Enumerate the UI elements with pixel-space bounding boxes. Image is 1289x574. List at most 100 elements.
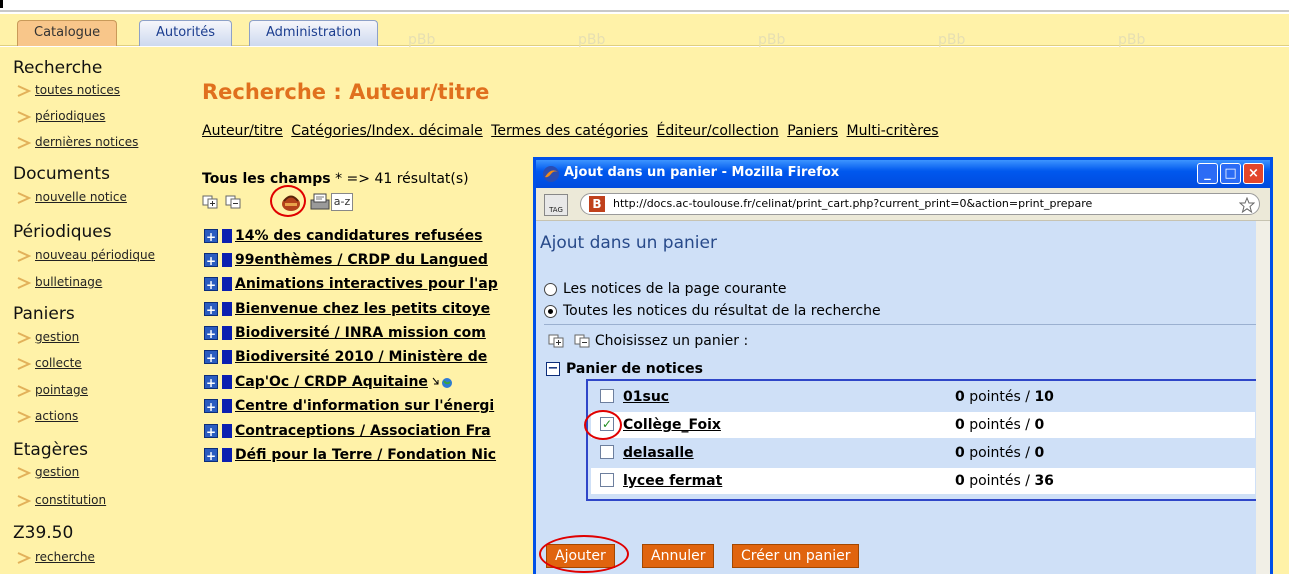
expand-icon[interactable]: + bbox=[204, 277, 218, 292]
arrow-icon bbox=[17, 552, 32, 564]
list-item[interactable]: + Animations interactives pour l'ap bbox=[204, 276, 544, 298]
sidebar-item-label: dernières notices bbox=[35, 135, 139, 149]
list-item[interactable]: +99enthèmes / CRDP du Langued bbox=[204, 252, 544, 274]
star-icon[interactable] bbox=[1239, 197, 1255, 213]
cart-count: 0 pointés / 36 bbox=[955, 473, 1054, 489]
tag-icon[interactable]: TAG bbox=[544, 194, 568, 216]
expand-all-icon[interactable] bbox=[202, 195, 218, 209]
highlight-ring bbox=[539, 535, 629, 573]
subnav-editeur-collection[interactable]: Éditeur/collection bbox=[657, 123, 779, 139]
list-item[interactable]: + Défi pour la Terre / Fondation Nic bbox=[204, 447, 544, 469]
sidebar-item-paniers-gestion[interactable]: gestion bbox=[17, 327, 167, 349]
result-title[interactable]: Défi pour la Terre / Fondation Nic bbox=[235, 447, 496, 463]
expand-icon[interactable]: + bbox=[204, 253, 218, 268]
sidebar-item-bulletinage[interactable]: bulletinage bbox=[17, 272, 167, 294]
sidebar-item-pointage[interactable]: pointage bbox=[17, 380, 167, 402]
minimize-icon[interactable]: _ bbox=[1197, 163, 1218, 184]
sidebar-item-nouvelle-notice[interactable]: nouvelle notice bbox=[17, 187, 167, 209]
list-item[interactable]: + Biodiversité / INRA mission com bbox=[204, 325, 544, 347]
expand-icon[interactable]: + bbox=[204, 326, 218, 341]
maximize-icon[interactable]: □ bbox=[1220, 163, 1241, 184]
table-row[interactable]: lycee fermat 0 pointés / 36 bbox=[591, 468, 1255, 494]
print-icon[interactable] bbox=[308, 192, 332, 212]
radio-page-courante[interactable]: Les notices de la page courante bbox=[544, 281, 787, 297]
result-title[interactable]: Bienvenue chez les petits citoye bbox=[235, 301, 490, 317]
notice-type-icon bbox=[222, 302, 232, 316]
cart-checkbox[interactable] bbox=[600, 445, 614, 459]
sort-az-icon[interactable]: a-z bbox=[331, 193, 353, 211]
close-icon[interactable]: × bbox=[1243, 163, 1264, 184]
notice-type-icon bbox=[222, 375, 232, 389]
sidebar-item-toutes-notices[interactable]: toutes notices bbox=[17, 80, 167, 102]
expand-icon[interactable]: + bbox=[204, 375, 218, 390]
arrow-icon bbox=[17, 137, 32, 149]
collapse-all-icon[interactable] bbox=[225, 195, 241, 209]
subnav-categories-index[interactable]: Catégories/Index. décimale bbox=[291, 123, 482, 139]
cart-pointed: 0 bbox=[955, 445, 965, 461]
expand-icon[interactable]: + bbox=[204, 448, 218, 463]
result-title[interactable]: Contraceptions / Association Fra bbox=[235, 423, 491, 439]
list-item[interactable]: + Biodiversité 2010 / Ministère de bbox=[204, 349, 544, 371]
scrollbar[interactable] bbox=[1256, 221, 1270, 574]
tab-catalogue[interactable]: Catalogue bbox=[17, 20, 118, 46]
list-item[interactable]: +14% des candidatures refusées bbox=[204, 228, 544, 250]
list-item[interactable]: + Contraceptions / Association Fra bbox=[204, 423, 544, 445]
result-title[interactable]: 14% des candidatures refusées bbox=[235, 228, 483, 244]
expand-icon[interactable]: + bbox=[204, 399, 218, 414]
popup-title-bar[interactable]: Ajout dans un panier - Mozilla Firefox _… bbox=[536, 160, 1270, 188]
url-field[interactable]: B http://docs.ac-toulouse.fr/celinat/pri… bbox=[580, 193, 1260, 215]
choose-cart-label: Choisissez un panier : bbox=[594, 333, 749, 349]
cart-name[interactable]: 01suc bbox=[623, 389, 669, 405]
collapse-all-icon[interactable] bbox=[574, 334, 590, 348]
cart-checkbox[interactable] bbox=[600, 389, 614, 403]
sidebar-item-z3950-recherche[interactable]: recherche bbox=[17, 547, 167, 569]
expand-icon[interactable]: + bbox=[204, 229, 218, 244]
sidebar-item-dernieres-notices[interactable]: dernières notices bbox=[17, 132, 167, 154]
expand-icon[interactable]: + bbox=[204, 424, 218, 439]
create-cart-button[interactable]: Créer un panier bbox=[732, 544, 860, 568]
cart-group-header[interactable]: − Panier de notices bbox=[546, 361, 703, 377]
sidebar-item-nouveau-periodique[interactable]: nouveau périodique bbox=[17, 245, 167, 267]
cancel-button[interactable]: Annuler bbox=[642, 544, 715, 568]
radio-button[interactable] bbox=[544, 282, 557, 296]
result-title[interactable]: Animations interactives pour l'ap bbox=[235, 276, 498, 292]
tab-administration[interactable]: Administration bbox=[249, 20, 379, 46]
radio-toutes-notices[interactable]: Toutes les notices du résultat de la rec… bbox=[544, 303, 881, 319]
cart-name[interactable]: Collège_Foix bbox=[623, 417, 721, 433]
external-link-icon[interactable] bbox=[432, 376, 454, 388]
list-item[interactable]: + Cap'Oc / CRDP Aquitaine bbox=[204, 374, 544, 396]
subnav-paniers[interactable]: Paniers bbox=[787, 123, 838, 139]
tab-autorites[interactable]: Autorités bbox=[139, 20, 233, 46]
sidebar-item-etageres-gestion[interactable]: gestion bbox=[17, 462, 167, 484]
tab-bar: Catalogue Autorités Administration pBb p… bbox=[0, 14, 1289, 48]
notice-type-icon bbox=[222, 424, 232, 438]
sidebar-item-collecte[interactable]: collecte bbox=[17, 353, 167, 375]
expand-icon[interactable]: + bbox=[204, 302, 218, 317]
expand-icon[interactable]: + bbox=[204, 350, 218, 365]
cart-checkbox[interactable] bbox=[600, 473, 614, 487]
sidebar-item-constitution[interactable]: constitution bbox=[17, 490, 167, 512]
radio-button[interactable] bbox=[544, 304, 557, 318]
subnav-multi-criteres[interactable]: Multi-critères bbox=[847, 123, 939, 139]
cart-count: 0 pointés / 0 bbox=[955, 417, 1044, 433]
result-title[interactable]: Biodiversité / INRA mission com bbox=[235, 325, 486, 341]
result-title[interactable]: Cap'Oc / CRDP Aquitaine bbox=[235, 374, 428, 390]
firefox-icon bbox=[543, 166, 559, 182]
list-item[interactable]: + Centre d'information sur l'énergi bbox=[204, 398, 544, 420]
result-title[interactable]: 99enthèmes / CRDP du Langued bbox=[235, 252, 488, 268]
sidebar-item-actions[interactable]: actions bbox=[17, 406, 167, 428]
subnav-auteur-titre[interactable]: Auteur/titre bbox=[202, 123, 283, 139]
collapse-icon[interactable]: − bbox=[546, 362, 560, 376]
expand-all-icon[interactable] bbox=[548, 334, 564, 348]
table-row[interactable]: ✓ Collège_Foix 0 pointés / 0 bbox=[591, 412, 1255, 438]
table-row[interactable]: 01suc 0 pointés / 10 bbox=[591, 384, 1255, 410]
list-item[interactable]: + Bienvenue chez les petits citoye bbox=[204, 301, 544, 323]
cart-name[interactable]: delasalle bbox=[623, 445, 694, 461]
notice-type-icon bbox=[222, 350, 232, 364]
result-title[interactable]: Biodiversité 2010 / Ministère de bbox=[235, 349, 487, 365]
cart-name[interactable]: lycee fermat bbox=[623, 473, 722, 489]
sidebar-item-periodiques[interactable]: périodiques bbox=[17, 106, 167, 128]
table-row[interactable]: delasalle 0 pointés / 0 bbox=[591, 440, 1255, 466]
subnav-termes-categories[interactable]: Termes des catégories bbox=[491, 123, 648, 139]
result-title[interactable]: Centre d'information sur l'énergi bbox=[235, 398, 494, 414]
